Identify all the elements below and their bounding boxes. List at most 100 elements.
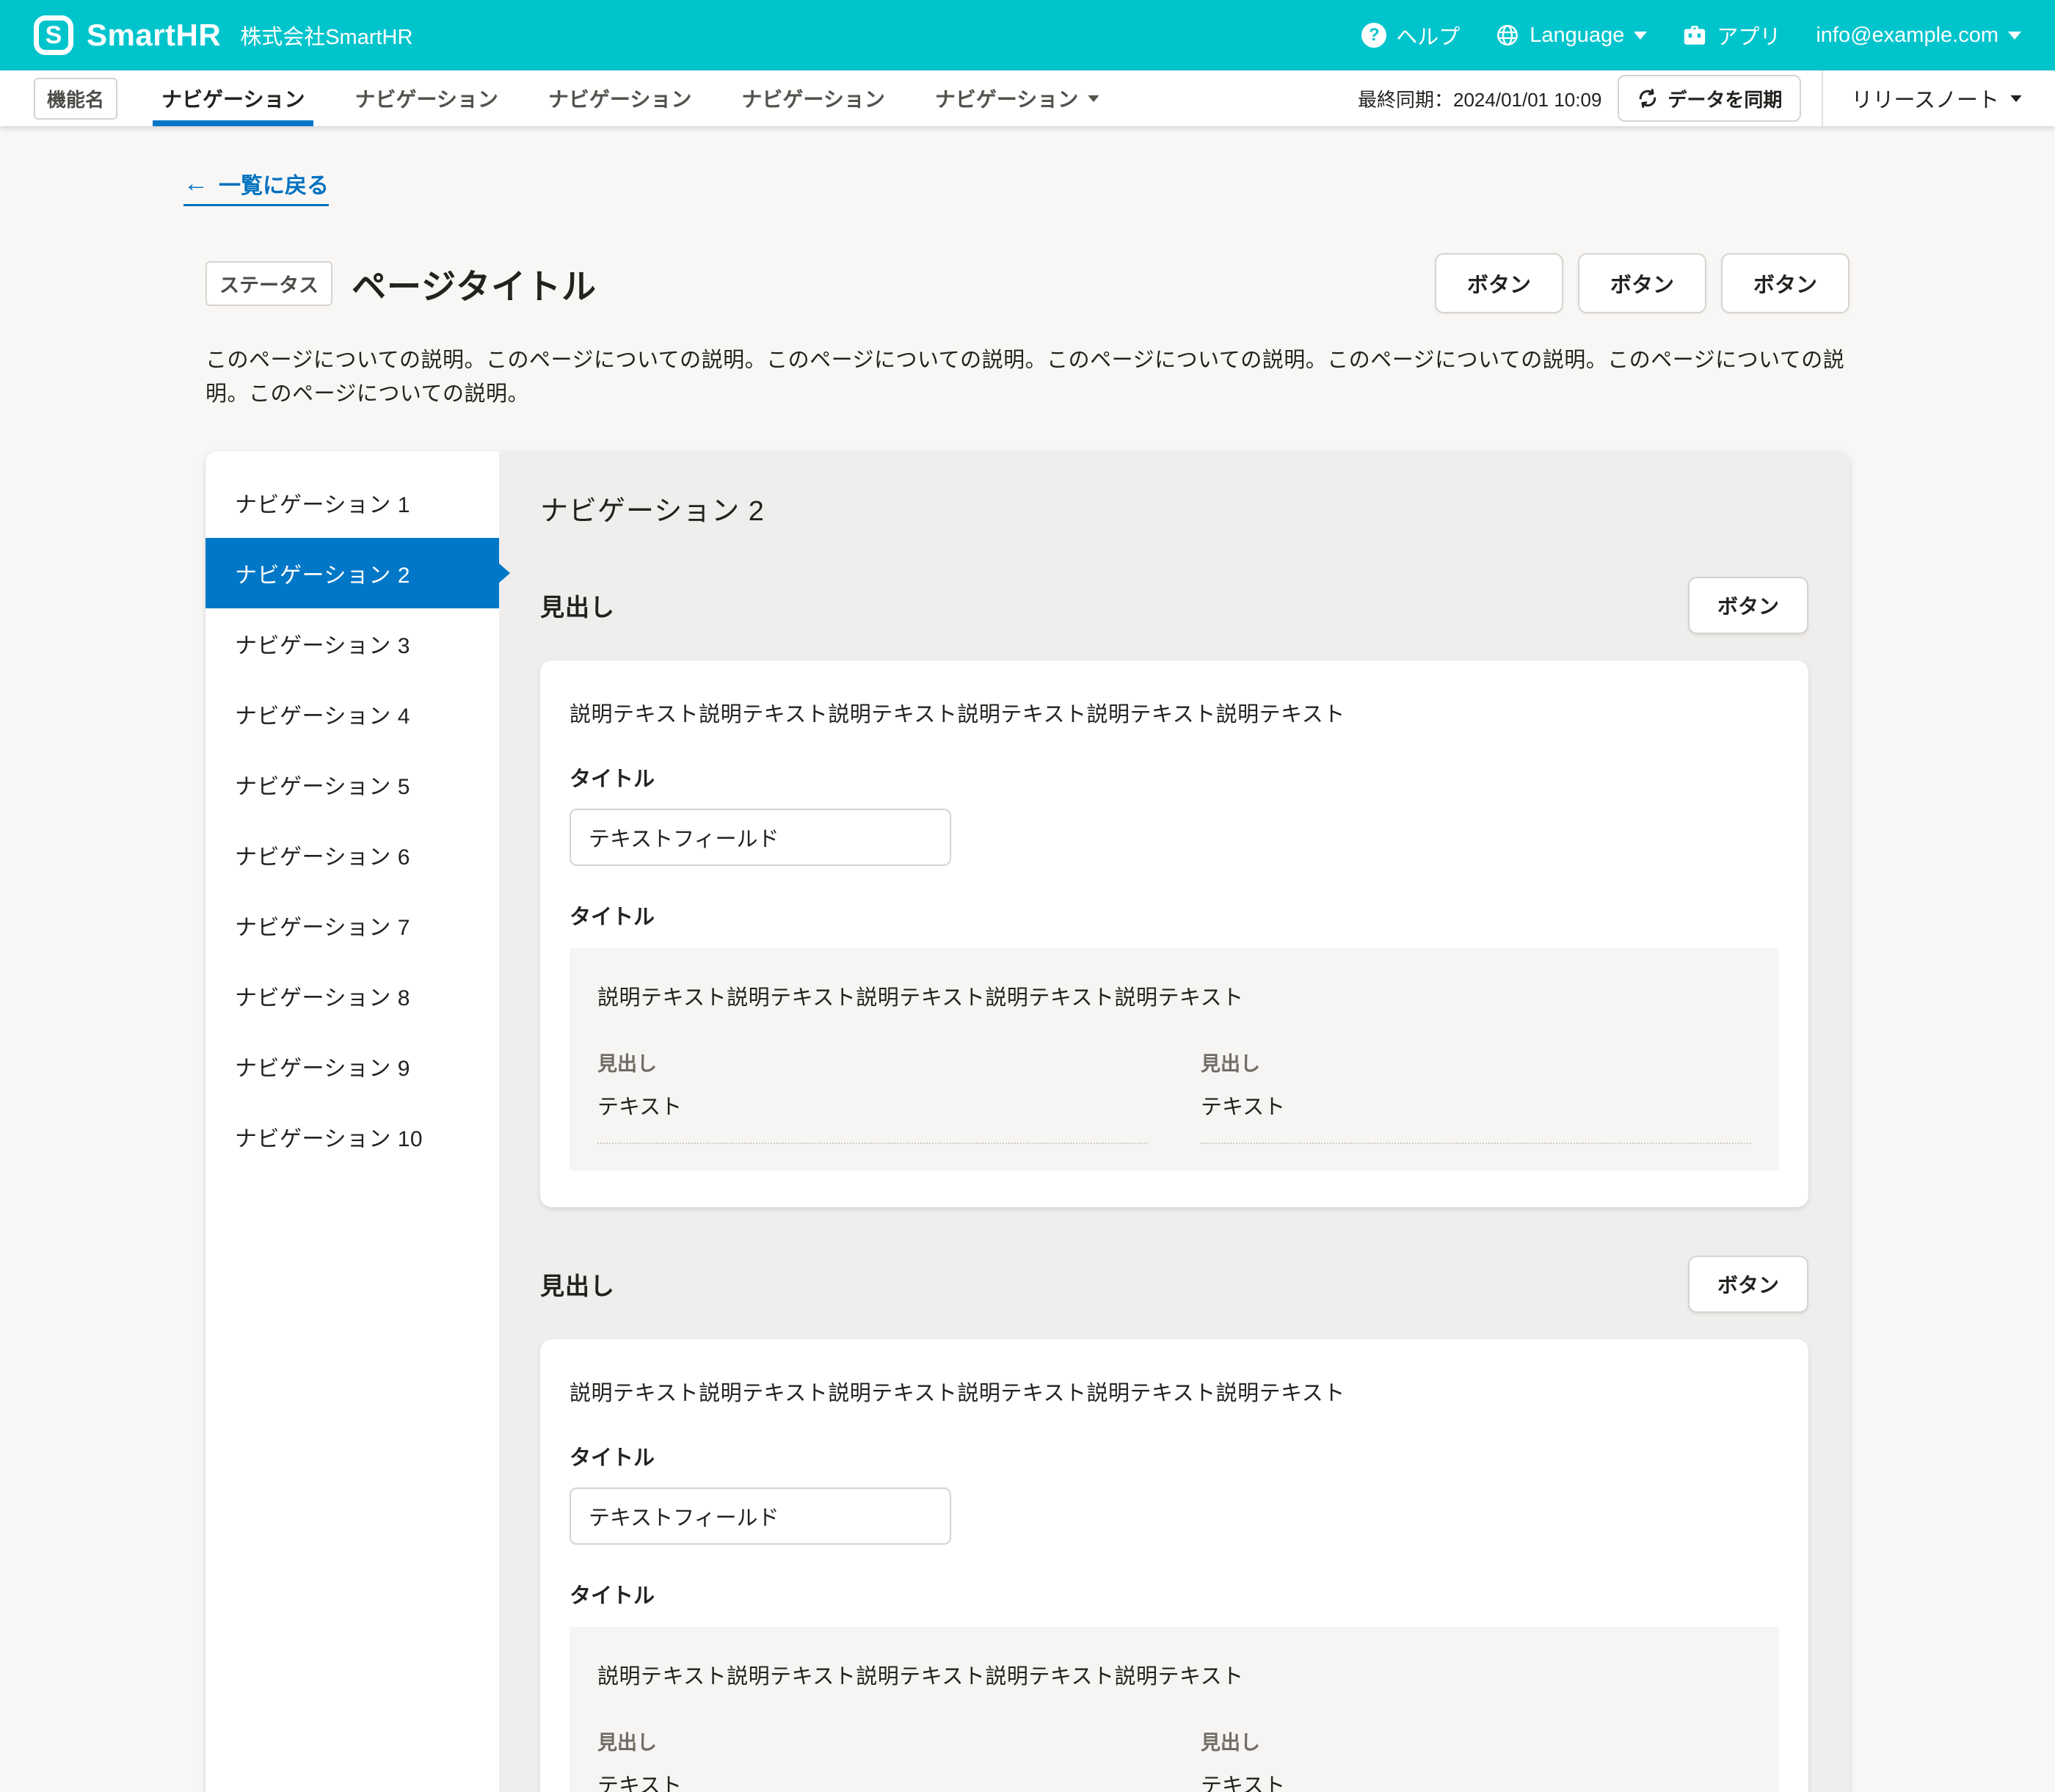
nav-tab-label: ナビゲーション <box>741 84 884 113</box>
apps-icon <box>1682 23 1707 47</box>
side-navigation: ナビゲーション 1 ナビゲーション 2 ナビゲーション 3 ナビゲーション 4 … <box>205 451 499 1792</box>
sidebar-item-9[interactable]: ナビゲーション 9 <box>205 1031 499 1101</box>
nav-tab-4[interactable]: ナビゲーション <box>716 70 909 126</box>
sidebar-item-4[interactable]: ナビゲーション 4 <box>205 679 499 749</box>
definition-label: 見出し <box>597 1048 1148 1077</box>
section-card: 説明テキスト説明テキスト説明テキスト説明テキスト説明テキスト説明テキスト タイト… <box>540 1339 1808 1792</box>
field-label: タイトル <box>570 762 1779 793</box>
page-action-button-3[interactable]: ボタン <box>1721 253 1849 313</box>
account-menu[interactable]: info@example.com <box>1816 23 2021 48</box>
nav-right-area: 最終同期：2024/01/01 10:09 データを同期 リリースノート <box>1358 70 2055 126</box>
status-badge: ステータス <box>205 261 332 306</box>
page: S SmartHR 株式会社SmartHR ? ヘルプ Language <box>0 0 2055 1792</box>
section-header: 見出し ボタン <box>540 577 1808 634</box>
chevron-down-icon <box>2010 95 2021 101</box>
brand-name: SmartHR <box>87 18 221 53</box>
nav-tab-label: ナビゲーション <box>548 84 691 113</box>
subsection-box: 説明テキスト説明テキスト説明テキスト説明テキスト説明テキスト 見出し テキスト … <box>570 948 1779 1170</box>
last-sync-text: 最終同期：2024/01/01 10:09 <box>1358 85 1601 112</box>
nav-tab-3[interactable]: ナビゲーション <box>523 70 716 126</box>
help-icon: ? <box>1361 23 1386 48</box>
sidebar-item-3[interactable]: ナビゲーション 3 <box>205 608 499 679</box>
section-2: 見出し ボタン 説明テキスト説明テキスト説明テキスト説明テキスト説明テキスト説明… <box>540 1256 1808 1792</box>
section-header: 見出し ボタン <box>540 1256 1808 1313</box>
data-sync-button[interactable]: データを同期 <box>1618 75 1801 122</box>
page-title: ページタイトル <box>352 258 597 309</box>
sidebar-item-2[interactable]: ナビゲーション 2 <box>205 538 499 608</box>
company-name: 株式会社SmartHR <box>240 20 412 51</box>
back-to-list-link[interactable]: ← 一覧に戻る <box>183 167 329 206</box>
globe-icon <box>1495 23 1520 48</box>
content-container: ナビゲーション 1 ナビゲーション 2 ナビゲーション 3 ナビゲーション 4 … <box>205 451 1849 1792</box>
definition-item: 見出し テキスト <box>597 1048 1148 1144</box>
refresh-icon <box>1637 87 1659 109</box>
text-field-input[interactable] <box>570 809 951 866</box>
language-menu[interactable]: Language <box>1495 23 1647 48</box>
page-content: ← 一覧に戻る ステータス ページタイトル ボタン ボタン ボタン このページに… <box>0 126 2055 1792</box>
back-link-label: 一覧に戻る <box>219 167 329 200</box>
sidebar-item-7[interactable]: ナビゲーション 7 <box>205 890 499 961</box>
sidebar-item-5[interactable]: ナビゲーション 5 <box>205 749 499 820</box>
release-notes-menu[interactable]: リリースノート <box>1822 70 2055 126</box>
smarthr-logo-icon: S <box>34 15 73 55</box>
release-notes-label: リリースノート <box>1851 83 1999 114</box>
section-1: 見出し ボタン 説明テキスト説明テキスト説明テキスト説明テキスト説明テキスト説明… <box>540 577 1808 1207</box>
definition-item: 見出し テキスト <box>1201 1048 1751 1144</box>
smarthr-logo[interactable]: S SmartHR <box>34 15 221 55</box>
nav-tab-5[interactable]: ナビゲーション <box>910 70 1125 126</box>
sidebar-item-8[interactable]: ナビゲーション 8 <box>205 961 499 1031</box>
text-field-input[interactable] <box>570 1487 951 1545</box>
data-sync-label: データを同期 <box>1667 85 1782 112</box>
subsection-label: タイトル <box>570 1578 1779 1609</box>
page-action-button-1[interactable]: ボタン <box>1435 253 1563 313</box>
nav-tab-label: ナビゲーション <box>354 84 498 113</box>
card-description: 説明テキスト説明テキスト説明テキスト説明テキスト説明テキスト説明テキスト <box>570 1376 1779 1407</box>
section-button[interactable]: ボタン <box>1688 577 1808 634</box>
definition-value: テキスト <box>1201 1769 1751 1792</box>
chevron-down-icon <box>1088 95 1099 101</box>
chevron-down-icon <box>1634 32 1647 40</box>
section-button[interactable]: ボタン <box>1688 1256 1808 1313</box>
apps-menu[interactable]: アプリ <box>1682 20 1781 51</box>
header-actions: ? ヘルプ Language アプリ info@example.com <box>1361 20 2021 51</box>
definition-label: 見出し <box>597 1727 1148 1755</box>
sidebar-item-1[interactable]: ナビゲーション 1 <box>205 467 499 538</box>
subsection-description: 説明テキスト説明テキスト説明テキスト説明テキスト説明テキスト <box>597 1659 1751 1690</box>
section-heading: 見出し <box>540 1267 615 1302</box>
subsection-label: タイトル <box>570 900 1779 930</box>
page-description: このページについての説明。このページについての説明。このページについての説明。こ… <box>205 344 1849 412</box>
subsection-description: 説明テキスト説明テキスト説明テキスト説明テキスト説明テキスト <box>597 980 1751 1011</box>
main-panel: ナビゲーション 2 見出し ボタン 説明テキスト説明テキスト説明テキスト説明テキ… <box>499 451 1849 1792</box>
help-menu[interactable]: ? ヘルプ <box>1361 20 1460 51</box>
apps-label: アプリ <box>1717 20 1781 51</box>
nav-tab-1[interactable]: ナビゲーション <box>137 70 330 126</box>
nav-tabs: ナビゲーション ナビゲーション ナビゲーション ナビゲーション ナビゲーション <box>137 70 1125 126</box>
definition-value: テキスト <box>597 1769 1148 1792</box>
subsection-box: 説明テキスト説明テキスト説明テキスト説明テキスト説明テキスト 見出し テキスト … <box>570 1627 1779 1792</box>
language-label: Language <box>1530 23 1624 48</box>
section-heading: 見出し <box>540 588 615 623</box>
definition-item: 見出し テキスト <box>597 1727 1148 1792</box>
page-title-row: ステータス ページタイトル ボタン ボタン ボタン <box>205 253 1849 313</box>
definition-label: 見出し <box>1201 1048 1751 1077</box>
definition-value: テキスト <box>1201 1090 1751 1121</box>
page-action-button-2[interactable]: ボタン <box>1578 253 1706 313</box>
feature-name-badge: 機能名 <box>34 78 117 120</box>
definition-label: 見出し <box>1201 1727 1751 1755</box>
nav-tab-2[interactable]: ナビゲーション <box>330 70 523 126</box>
app-navigation: 機能名 ナビゲーション ナビゲーション ナビゲーション ナビゲーション ナビゲー… <box>0 70 2055 126</box>
field-label: タイトル <box>570 1440 1779 1471</box>
definition-list: 見出し テキスト 見出し テキスト <box>597 1727 1751 1792</box>
card-description: 説明テキスト説明テキスト説明テキスト説明テキスト説明テキスト説明テキスト <box>570 697 1779 728</box>
help-label: ヘルプ <box>1396 20 1460 51</box>
definition-list: 見出し テキスト 見出し テキスト <box>597 1048 1751 1144</box>
definition-value: テキスト <box>597 1090 1148 1121</box>
sidebar-item-6[interactable]: ナビゲーション 6 <box>205 820 499 890</box>
section-card: 説明テキスト説明テキスト説明テキスト説明テキスト説明テキスト説明テキスト タイト… <box>540 660 1808 1207</box>
global-header: S SmartHR 株式会社SmartHR ? ヘルプ Language <box>0 0 2055 70</box>
account-email: info@example.com <box>1816 23 1998 48</box>
panel-title: ナビゲーション 2 <box>540 488 1808 528</box>
sidebar-item-10[interactable]: ナビゲーション 10 <box>205 1101 499 1172</box>
nav-tab-label: ナビゲーション <box>935 84 1078 113</box>
nav-tab-label: ナビゲーション <box>161 84 305 113</box>
